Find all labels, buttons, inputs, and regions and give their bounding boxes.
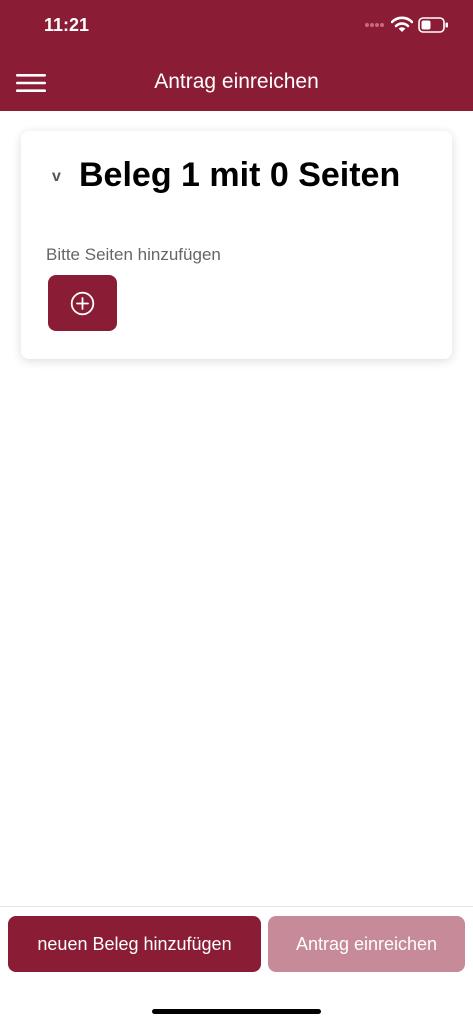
battery-icon [418,17,448,33]
status-time: 11:21 [44,15,90,35]
status-bar: 11:21 [0,0,473,52]
home-indicator [152,1009,321,1014]
submit-application-button[interactable]: Antrag einreichen [268,916,465,972]
add-page-button[interactable] [48,275,117,331]
add-pages-hint: Bitte Seiten hinzufügen [46,245,221,264]
cellular-signal-icon [365,23,384,27]
plus-circle-icon [70,291,95,316]
collapse-chevron-icon[interactable]: v [52,168,61,186]
bottom-divider [0,906,473,907]
page-title: Antrag einreichen [154,70,319,93]
receipt-title: Beleg 1 mit 0 Seiten [79,156,401,194]
add-receipt-button[interactable]: neuen Beleg hinzufügen [8,916,261,972]
wifi-icon [391,16,413,32]
app-header: 11:21 Antrag einreichen [0,0,473,111]
